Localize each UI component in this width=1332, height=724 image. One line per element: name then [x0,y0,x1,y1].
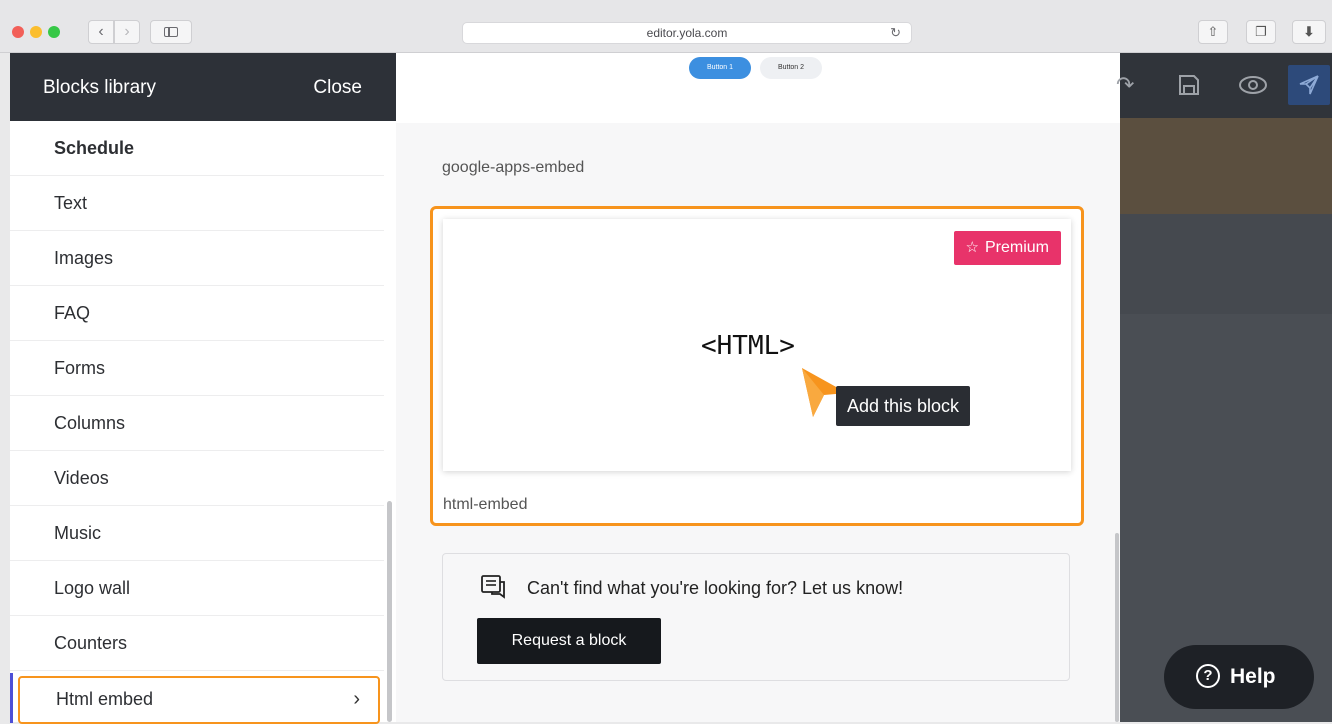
editor-canvas: ↷ ? Help [1116,53,1332,722]
block-preview[interactable]: ☆ Premium <HTML> Add this block [443,219,1071,471]
preview-scrollbar[interactable] [1115,533,1119,722]
back-button[interactable]: ‹ [88,20,114,44]
tabs-button[interactable]: ❐ [1246,20,1276,44]
downloads-button[interactable]: ⬇ [1292,20,1326,44]
preview-button-2: Button 2 [760,57,822,79]
category-music[interactable]: Music [10,506,384,561]
redo-icon[interactable]: ↷ [1116,65,1134,105]
category-schedule[interactable]: Schedule [10,121,384,176]
help-icon: ? [1196,664,1220,688]
category-html-embed[interactable]: Html embed › [18,676,380,724]
category-faq[interactable]: FAQ [10,286,384,341]
star-icon: ☆ [965,239,979,256]
window-zoom-button[interactable] [48,26,60,38]
category-images[interactable]: Images [10,231,384,286]
preview-button-1: Button 1 [689,57,751,79]
chevron-right-icon: › [124,23,130,40]
share-icon: ⇧ [1207,24,1219,39]
blocks-library-panel: Blocks library Close Schedule Text Image… [10,53,396,724]
block-caption: google-apps-embed [442,159,585,176]
sidebar-toggle-button[interactable] [150,20,192,44]
editor-toolbar: ↷ [1116,53,1332,118]
sidebar-icon [164,27,178,37]
add-block-tooltip[interactable]: Add this block [836,386,971,426]
category-videos[interactable]: Videos [10,451,384,506]
page-hero-image [1120,118,1332,214]
save-icon[interactable] [1168,65,1210,105]
html-embed-block[interactable]: ☆ Premium <HTML> Add this block html-embe… [430,206,1084,526]
reload-icon[interactable]: ↻ [890,23,901,43]
panel-title: Blocks library [43,77,156,98]
download-icon: ⬇ [1303,24,1315,39]
request-prompt: Can't find what you're looking for? Let … [527,578,904,598]
sidebar-scrollbar[interactable] [387,501,392,722]
premium-label: Premium [984,239,1049,256]
address-bar[interactable]: editor.yola.com ↻ [462,22,912,44]
browser-toolbar: ‹ › editor.yola.com ↻ ⇧ ❐ ⬇ [0,0,1332,53]
chat-icon [481,575,505,599]
blocks-library-header: Blocks library Close [10,53,396,121]
blocks-preview-area: Button 1 Button 2 google-apps-embed ☆ Pre… [396,53,1120,722]
window-minimize-button[interactable] [30,26,42,38]
help-button[interactable]: ? Help [1164,645,1314,709]
premium-badge: ☆ Premium [953,231,1061,265]
html-placeholder-text: <HTML> [701,331,795,361]
window-close-button[interactable] [12,26,24,38]
tabs-icon: ❐ [1255,24,1267,39]
preview-eye-icon[interactable] [1232,65,1274,105]
category-counters[interactable]: Counters [10,616,384,671]
active-indicator [10,673,13,723]
close-button[interactable]: Close [313,77,362,99]
help-label: Help [1230,665,1276,688]
url-text: editor.yola.com [646,26,728,40]
chevron-right-icon: › [353,688,360,710]
category-text[interactable]: Text [10,176,384,231]
block-caption: html-embed [443,496,528,513]
request-block-button[interactable]: Request a block [477,618,661,664]
category-logo-wall[interactable]: Logo wall [10,561,384,616]
page-section [1120,214,1332,314]
request-block-panel: Can't find what you're looking for? Let … [442,553,1070,681]
share-button[interactable]: ⇧ [1198,20,1228,44]
category-columns[interactable]: Columns [10,396,384,451]
chevron-left-icon: ‹ [98,23,104,40]
category-forms[interactable]: Forms [10,341,384,396]
category-label: Html embed [56,689,154,709]
forward-button[interactable]: › [114,20,140,44]
publish-rocket-icon[interactable] [1288,65,1330,105]
previous-block-preview[interactable]: Button 1 Button 2 [396,53,1120,123]
